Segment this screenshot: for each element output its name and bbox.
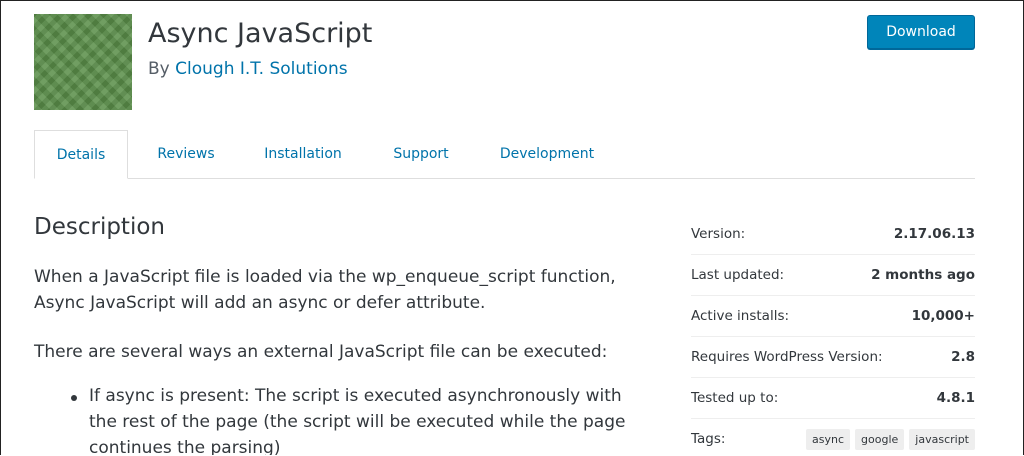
plugin-title: Async JavaScript bbox=[148, 18, 373, 49]
meta-label: Active installs: bbox=[691, 308, 790, 324]
meta-value: 4.8.1 bbox=[936, 390, 975, 406]
description-paragraph-1: When a JavaScript file is loaded via the… bbox=[34, 267, 616, 313]
description-bullet: If async is present: The script is execu… bbox=[89, 386, 626, 455]
page-frame: Async JavaScript By Clough I.T. Solution… bbox=[0, 0, 1024, 455]
plugin-tabs: Details Reviews Installation Support Dev… bbox=[34, 130, 975, 179]
meta-label: Last updated: bbox=[691, 267, 785, 283]
plugin-banner-image bbox=[34, 14, 132, 110]
description-paragraph-2: There are several ways an external JavaS… bbox=[34, 342, 608, 362]
bullet-dot bbox=[71, 395, 77, 401]
meta-row-requires-wp: Requires WordPress Version: 2.8 bbox=[691, 337, 975, 378]
tab-installation[interactable]: Installation bbox=[252, 130, 354, 178]
author-link[interactable]: Clough I.T. Solutions bbox=[175, 59, 347, 79]
meta-value: 2.8 bbox=[951, 349, 975, 365]
tab-reviews[interactable]: Reviews bbox=[146, 130, 226, 178]
meta-label: Tested up to: bbox=[691, 390, 779, 406]
meta-value: 2.17.06.13 bbox=[893, 226, 975, 242]
meta-label: Version: bbox=[691, 226, 746, 242]
tag-javascript[interactable]: javascript bbox=[909, 428, 975, 450]
meta-row-active-installs: Active installs: 10,000+ bbox=[691, 296, 975, 337]
tag-google[interactable]: google bbox=[855, 428, 905, 450]
meta-row-tested-up-to: Tested up to: 4.8.1 bbox=[691, 378, 975, 419]
meta-value: 10,000+ bbox=[911, 308, 975, 324]
meta-label: Tags: bbox=[691, 431, 726, 447]
meta-value: 2 months ago bbox=[871, 267, 975, 283]
download-button[interactable]: Download bbox=[867, 15, 975, 49]
tab-support[interactable]: Support bbox=[380, 130, 462, 178]
tab-details[interactable]: Details bbox=[34, 130, 128, 179]
tag-list: async google javascript bbox=[806, 428, 975, 450]
description-heading: Description bbox=[34, 214, 165, 240]
tag-async[interactable]: async bbox=[806, 428, 851, 450]
byline-prefix: By bbox=[148, 59, 170, 79]
plugin-byline: By Clough I.T. Solutions bbox=[148, 59, 348, 79]
meta-row-last-updated: Last updated: 2 months ago bbox=[691, 255, 975, 296]
plugin-meta: Version: 2.17.06.13 Last updated: 2 mont… bbox=[691, 214, 975, 455]
meta-row-tags: Tags: async google javascript bbox=[691, 419, 975, 455]
meta-row-version: Version: 2.17.06.13 bbox=[691, 214, 975, 255]
tab-development[interactable]: Development bbox=[488, 130, 606, 178]
meta-label: Requires WordPress Version: bbox=[691, 349, 883, 365]
